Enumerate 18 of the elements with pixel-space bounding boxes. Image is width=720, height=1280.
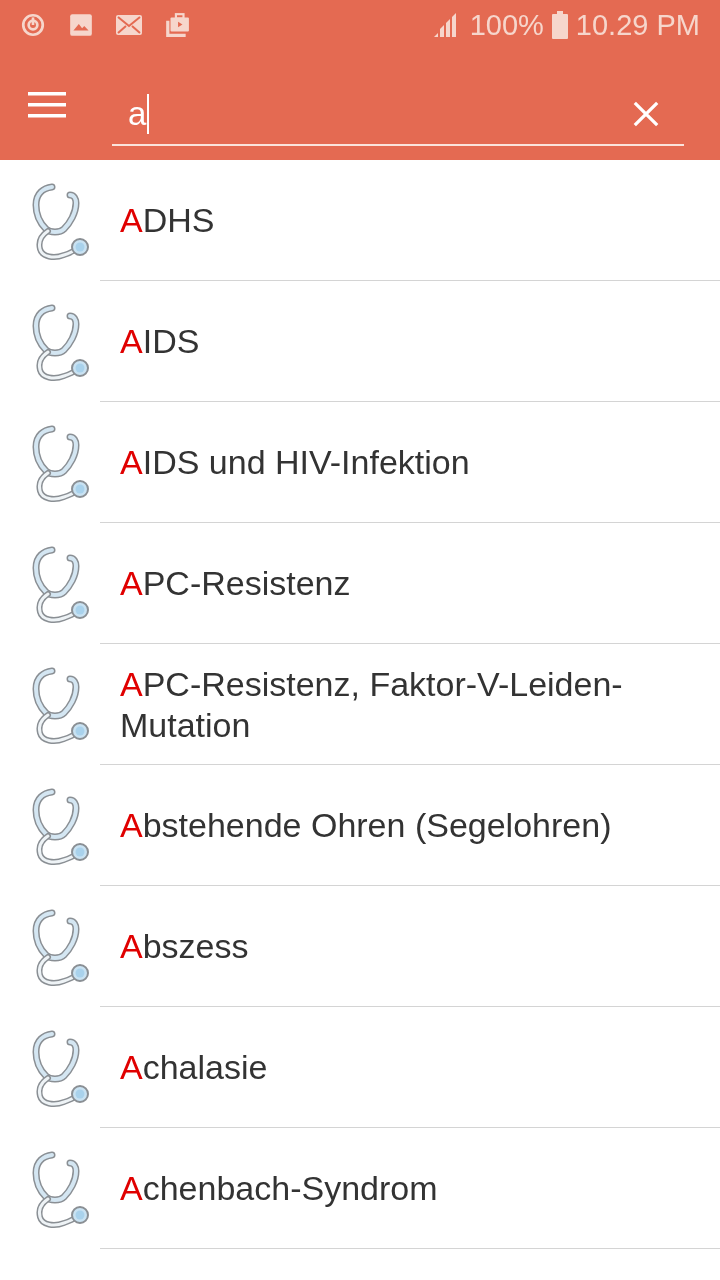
result-item[interactable]: AIDS und HIV-Infektion: [120, 442, 530, 483]
image-icon: [68, 12, 94, 38]
result-item[interactable]: Abstehende Ohren (Segelohren): [120, 805, 672, 846]
result-item[interactable]: APC-Resistenz: [120, 563, 411, 604]
battery-percentage: 100%: [469, 8, 544, 42]
sync-icon: [20, 12, 46, 38]
result-item[interactable]: Achenbach-Syndrom: [120, 1168, 498, 1209]
briefcase-icon: [164, 12, 190, 38]
clock: 10.29 PM: [575, 8, 700, 42]
mail-icon: [116, 12, 142, 38]
result-item[interactable]: AIDS: [120, 321, 260, 362]
result-item[interactable]: APC-Resistenz, Faktor-V-Leiden-Mutation: [120, 663, 720, 746]
result-item[interactable]: ADHS: [120, 200, 275, 241]
close-icon[interactable]: [632, 100, 660, 128]
result-item[interactable]: Abszess: [120, 926, 309, 967]
menu-button[interactable]: [28, 92, 66, 118]
result-item[interactable]: Achalasie: [120, 1047, 328, 1088]
battery-icon: [551, 11, 568, 39]
